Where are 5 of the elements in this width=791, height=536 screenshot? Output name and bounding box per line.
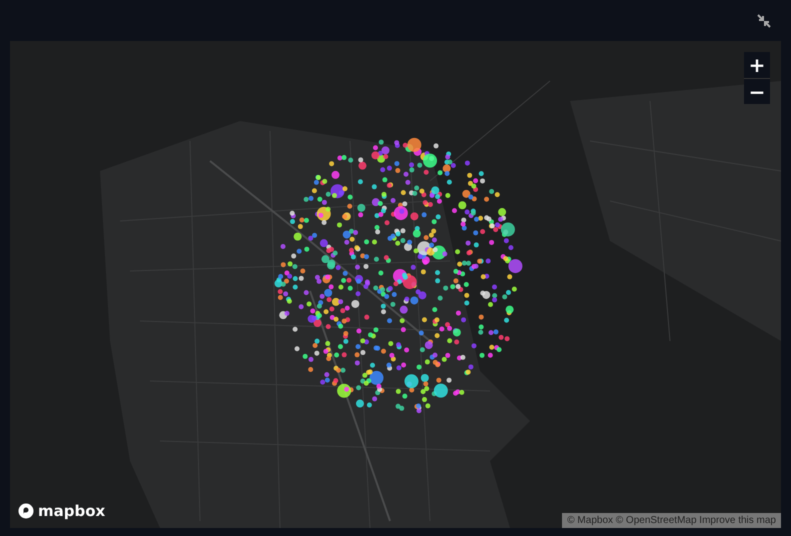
- mapbox-logo-text: mapbox: [38, 502, 106, 520]
- zoom-out-button[interactable]: −: [744, 78, 770, 104]
- collapse-icon[interactable]: [757, 14, 771, 28]
- attribution-link[interactable]: © Mapbox © OpenStreetMap Improve this map: [562, 513, 781, 528]
- mapbox-logo-icon: [18, 503, 34, 519]
